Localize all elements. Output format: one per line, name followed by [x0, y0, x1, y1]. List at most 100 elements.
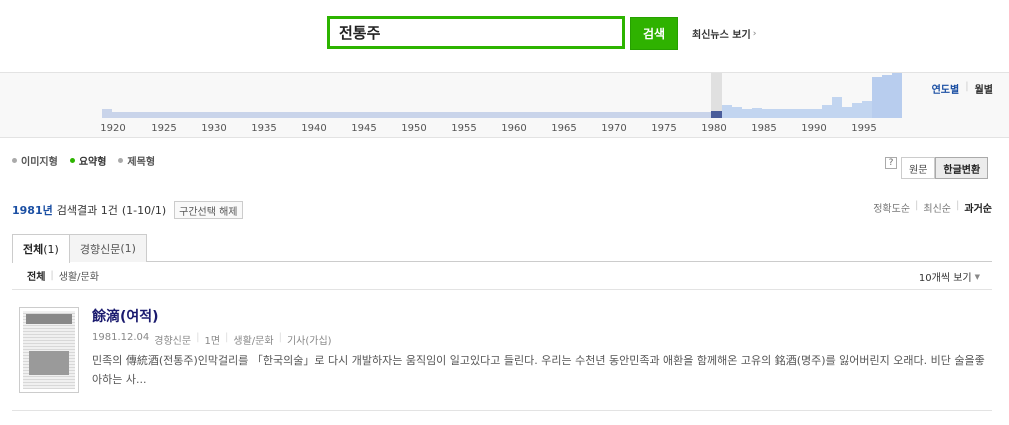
year-label[interactable]: 1950	[401, 123, 426, 134]
per-page-label: 10개씩 보기	[918, 273, 972, 284]
source-tabs: 전체 (1) 경향신문 (1)	[12, 234, 992, 263]
thumbnail-header	[26, 314, 72, 324]
year-label[interactable]: 1985	[751, 123, 776, 134]
timeline-year-labels: 1920 1925 1930 1935 1940 1945 1950 1955 …	[0, 123, 1009, 135]
result-item: 餘滴(여적) 1981.12.04 경향신문 | 1면 | 생활/문화 | 기사…	[12, 303, 992, 411]
divider: |	[225, 332, 229, 343]
tab-all[interactable]: 전체 (1)	[12, 234, 70, 263]
year-label[interactable]: 1970	[601, 123, 626, 134]
timeline-bar	[742, 109, 752, 118]
sort-options: 정확도순 | 최신순 | 과거순	[873, 200, 992, 215]
year-label[interactable]: 1980	[701, 123, 726, 134]
year-label[interactable]: 1990	[801, 123, 826, 134]
view-mode-options: 이미지형 요약형 제목형	[12, 153, 155, 168]
timeline-bar	[802, 109, 812, 118]
selected-year: 1981년	[12, 204, 53, 217]
timeline-bar	[862, 101, 872, 118]
year-timeline[interactable]: 1920 1925 1930 1935 1940 1945 1950 1955 …	[0, 72, 1009, 138]
year-label[interactable]: 1935	[251, 123, 276, 134]
thumbnail-image	[23, 311, 75, 389]
divider: |	[915, 200, 919, 211]
timeline-bar	[772, 109, 782, 118]
search-input-box[interactable]	[327, 16, 625, 49]
result-paper: 경향신문	[154, 336, 192, 347]
year-label[interactable]: 1955	[451, 123, 476, 134]
toggle-by-month[interactable]: 월별	[975, 81, 993, 96]
timeline-bar	[822, 105, 832, 118]
result-summary: 1981년 검색결과 1건 (1-10/1) 구간선택 해제	[12, 201, 243, 219]
timeline-granularity-toggle: 연도별 | 월별	[932, 81, 993, 96]
timeline-bar	[102, 109, 112, 118]
timeline-bar	[812, 109, 822, 118]
timeline-selected-bar	[711, 111, 722, 118]
year-label[interactable]: 1960	[501, 123, 526, 134]
thumbnail-photo	[29, 351, 69, 375]
per-page-dropdown[interactable]: 10개씩 보기 ▼	[918, 269, 980, 285]
result-title[interactable]: 餘滴(여적)	[92, 306, 159, 326]
result-page: 1면	[204, 336, 221, 347]
timeline-bar	[842, 107, 852, 118]
text-conversion-toggle: 원문 한글변환	[901, 157, 989, 179]
timeline-bar	[852, 103, 862, 118]
radio-dot-icon	[118, 158, 124, 163]
tab-label: 경향신문	[79, 242, 121, 256]
view-mode-summary[interactable]: 요약형	[69, 153, 107, 168]
timeline-bar	[752, 108, 762, 118]
sort-accuracy[interactable]: 정확도순	[873, 200, 910, 215]
search-bar: 검색 최신뉴스 보기 ›	[0, 16, 1009, 50]
year-label[interactable]: 1965	[551, 123, 576, 134]
timeline-bar	[882, 75, 892, 118]
result-date: 1981.12.04	[92, 332, 150, 343]
result-snippet: 민족의 傳統酒(전통주)인막걸리를 「한국의술」로 다시 개발하자는 움직임이 …	[92, 354, 985, 386]
result-count: 검색결과 1건	[56, 204, 118, 217]
timeline-bar	[722, 105, 732, 118]
category-all[interactable]: 전체	[27, 268, 45, 283]
reset-range-button[interactable]: 구간선택 해제	[174, 201, 243, 219]
radio-dot-icon	[12, 158, 17, 163]
result-category: 생활/문화	[233, 336, 274, 347]
timeline-bar	[732, 107, 742, 118]
divider: |	[956, 200, 960, 211]
search-button[interactable]: 검색	[630, 17, 678, 50]
year-label[interactable]: 1925	[151, 123, 176, 134]
view-mode-image[interactable]: 이미지형	[12, 153, 58, 168]
year-label[interactable]: 1940	[301, 123, 326, 134]
year-label[interactable]: 1975	[651, 123, 676, 134]
timeline-bar	[832, 97, 842, 118]
result-type: 기사(가십)	[286, 336, 332, 347]
caret-down-icon: ▼	[974, 272, 980, 281]
timeline-histogram[interactable]	[0, 73, 1009, 123]
divider: |	[50, 270, 54, 281]
view-mode-label: 요약형	[78, 157, 107, 168]
newspaper-thumbnail[interactable]	[19, 307, 79, 393]
timeline-bar	[762, 109, 772, 118]
year-label[interactable]: 1945	[351, 123, 376, 134]
view-mode-label: 이미지형	[21, 157, 58, 168]
category-filter-bar: 전체 | 생활/문화 10개씩 보기 ▼	[12, 262, 992, 290]
tab-count: (1)	[43, 242, 59, 256]
search-input[interactable]	[330, 19, 622, 46]
latest-news-label: 최신뉴스 보기	[692, 30, 751, 41]
hangul-convert-button[interactable]: 한글변환	[935, 157, 989, 179]
latest-news-link[interactable]: 최신뉴스 보기 ›	[692, 26, 757, 42]
original-text-button[interactable]: 원문	[901, 157, 936, 179]
chevron-right-icon: ›	[752, 28, 757, 39]
toggle-by-year[interactable]: 연도별	[932, 81, 960, 96]
timeline-bar	[892, 73, 902, 118]
year-label[interactable]: 1995	[851, 123, 876, 134]
year-label[interactable]: 1920	[100, 123, 125, 134]
category-culture[interactable]: 생활/문화	[59, 268, 99, 283]
sort-oldest[interactable]: 과거순	[964, 200, 992, 215]
divider: |	[278, 332, 282, 343]
timeline-bar	[872, 77, 882, 118]
radio-dot-icon	[69, 158, 75, 163]
result-range: (1-10/1)	[121, 203, 167, 217]
sort-newest[interactable]: 최신순	[923, 200, 951, 215]
tab-kyunghyang[interactable]: 경향신문 (1)	[68, 234, 147, 262]
help-icon[interactable]: ?	[885, 157, 897, 169]
view-mode-label: 제목형	[127, 157, 156, 168]
year-label[interactable]: 1930	[201, 123, 226, 134]
timeline-bar	[792, 109, 802, 118]
view-mode-title[interactable]: 제목형	[118, 153, 155, 168]
result-meta: 1981.12.04 경향신문 | 1면 | 생활/문화 | 기사(가십)	[92, 332, 332, 347]
